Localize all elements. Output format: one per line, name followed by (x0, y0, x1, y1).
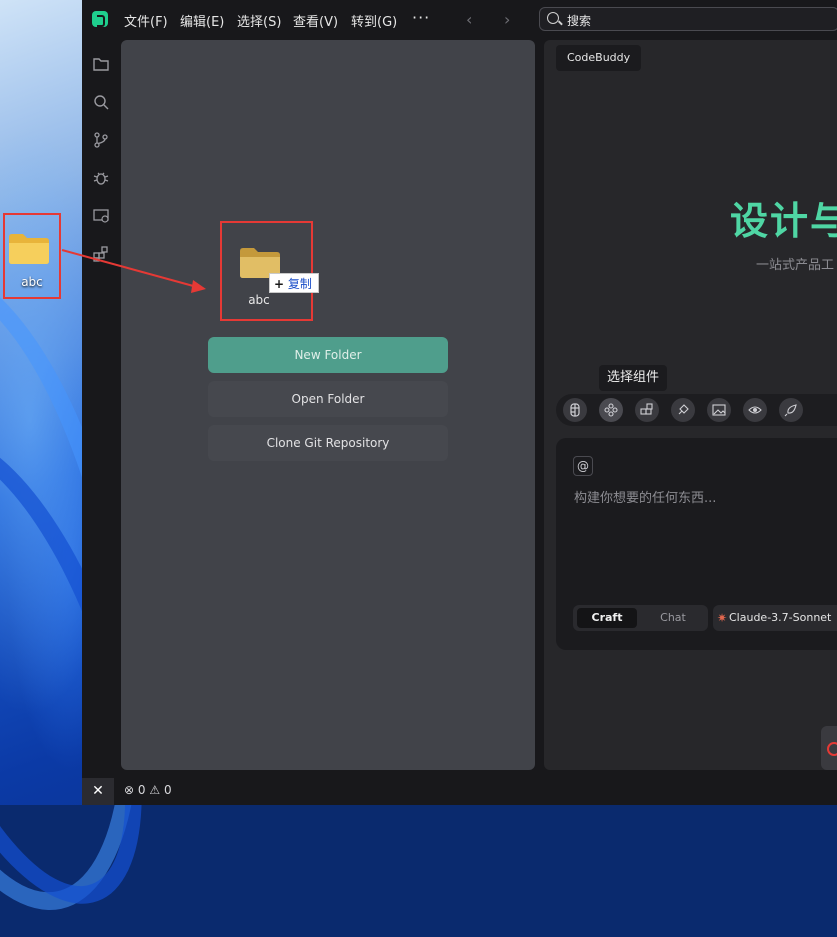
app-window: 文件(F) 编辑(E) 选择(S) 查看(V) 转到(G) ··· ‹ › 搜索… (82, 0, 837, 805)
deploy-rocket-icon[interactable] (779, 398, 803, 422)
mode-craft-tab[interactable]: Craft (577, 608, 637, 628)
explorer-panel[interactable]: abc + 复制 New Folder Open Folder Clone Gi… (121, 40, 535, 770)
drag-preview-highlight: abc (220, 221, 313, 321)
model-selector[interactable]: ✷ Claude-3.7-Sonnet (713, 605, 837, 631)
menu-view[interactable]: 查看(V) (293, 11, 338, 30)
desktop-folder-abc[interactable]: abc (3, 213, 61, 299)
components-grid-icon[interactable] (635, 398, 659, 422)
problems-indicator[interactable]: ⊗ 0 ⚠ 0 (124, 783, 172, 797)
tool-bar (556, 394, 837, 426)
folder-icon (9, 234, 49, 264)
copy-drag-tooltip: + 复制 (269, 273, 319, 293)
tab-codebuddy[interactable]: CodeBuddy (556, 45, 642, 71)
preview-eye-icon[interactable] (743, 398, 767, 422)
menu-file[interactable]: 文件(F) (124, 11, 168, 30)
error-icon: ⊗ (124, 783, 135, 797)
menu-selection[interactable]: 选择(S) (237, 11, 281, 30)
warning-icon: ⚠ (149, 783, 161, 797)
forward-arrow-icon[interactable]: › (504, 10, 510, 29)
search-box[interactable]: 搜索 (539, 7, 837, 31)
copy-tooltip-text: 复制 (287, 277, 312, 291)
chat-composer[interactable]: @ 构建你想要的任何东西... Craft Chat ✷ Claude-3.7-… (556, 438, 837, 650)
back-arrow-icon[interactable]: ‹ (466, 10, 472, 29)
plus-icon: + (274, 277, 285, 291)
search-icon (547, 12, 559, 24)
app-logo-icon (92, 11, 108, 27)
mention-at-icon[interactable]: @ (573, 456, 593, 476)
extensions-icon[interactable] (92, 245, 110, 263)
desktop-icon-label: abc (21, 275, 43, 289)
image-upload-icon[interactable] (707, 398, 731, 422)
codebuddy-panel: CodeBuddy 设计与 一站式产品工 选择组件 @ 构建你想要的任何东西..… (544, 40, 837, 770)
mode-switch: Craft Chat (573, 605, 708, 631)
hero-title: 设计与 (730, 199, 837, 243)
dragged-item-label: abc (248, 293, 270, 307)
remote-connection-icon[interactable]: ✕ (82, 778, 114, 805)
menu-go[interactable]: 转到(G) (351, 11, 397, 30)
menu-edit[interactable]: 编辑(E) (180, 11, 224, 30)
title-bar: 文件(F) 编辑(E) 选择(S) 查看(V) 转到(G) ··· ‹ › 搜索 (82, 0, 837, 40)
status-bar: ✕ ⊗ 0 ⚠ 0 (82, 778, 837, 805)
figma-icon[interactable] (563, 398, 587, 422)
activity-bar (82, 40, 120, 778)
source-control-icon[interactable] (92, 131, 110, 149)
remote-explorer-icon[interactable] (92, 207, 110, 225)
model-label: Claude-3.7-Sonnet (729, 611, 832, 624)
select-component-icon[interactable] (599, 398, 623, 422)
debug-icon[interactable] (92, 169, 110, 187)
explorer-icon[interactable] (92, 55, 110, 73)
open-folder-button[interactable]: Open Folder (208, 381, 448, 417)
search-view-icon[interactable] (92, 93, 110, 111)
clone-git-repository-button[interactable]: Clone Git Repository (208, 425, 448, 461)
search-placeholder: 搜索 (567, 14, 592, 28)
floating-action-button[interactable] (821, 726, 837, 770)
hero-subtitle: 一站式产品工 (756, 258, 835, 273)
mode-chat-tab[interactable]: Chat (643, 608, 703, 628)
error-count: 0 (137, 783, 146, 797)
claude-spark-icon: ✷ (717, 611, 728, 625)
select-component-tooltip: 选择组件 (599, 365, 668, 391)
warning-count: 0 (163, 783, 172, 797)
chat-input-placeholder[interactable]: 构建你想要的任何东西... (574, 487, 716, 506)
new-folder-button[interactable]: New Folder (208, 337, 448, 373)
more-menu-button[interactable]: ··· (412, 8, 430, 27)
plugin-icon[interactable] (671, 398, 695, 422)
